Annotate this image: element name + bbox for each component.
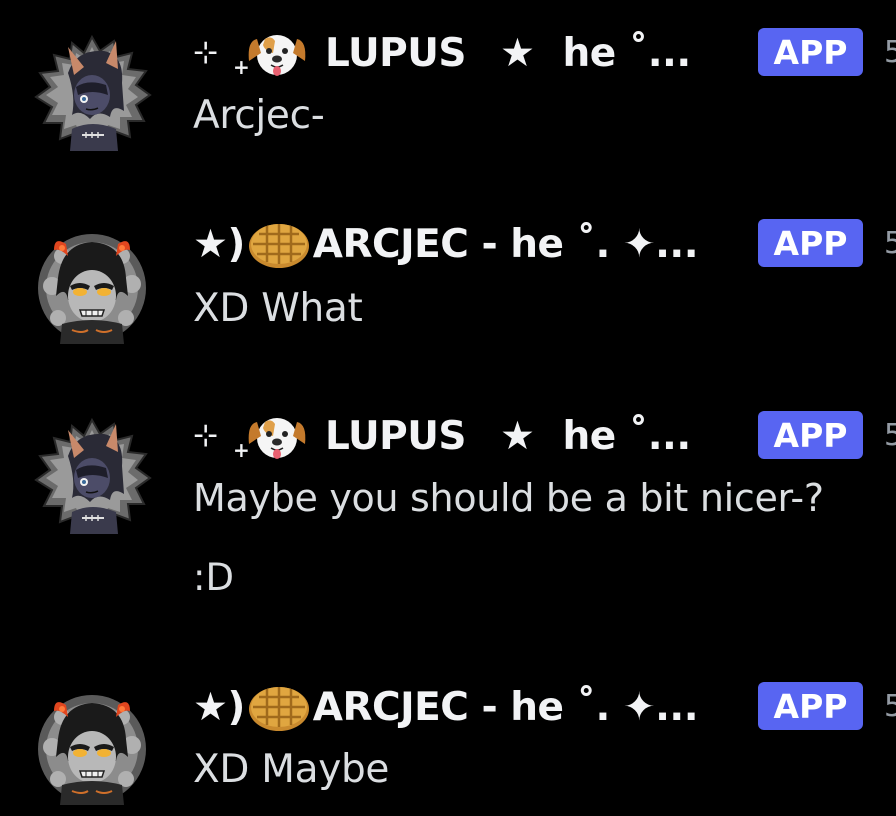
star-icon: ★: [499, 30, 535, 76]
dog-face-icon: [245, 27, 309, 79]
username[interactable]: ⊹ + LUPUS ★ he ˚...: [193, 27, 691, 80]
arcjec-avatar[interactable]: [32, 226, 152, 346]
username-suffix: he ˚...: [562, 413, 691, 459]
username-label: LUPUS: [325, 413, 466, 459]
message-content-extra: :D: [193, 556, 234, 599]
waffle-icon: [247, 218, 311, 270]
sparkle-icon: ⊹ +: [193, 418, 250, 462]
username[interactable]: ★) ARCJEC - he ˚. ✦...: [193, 681, 699, 733]
star-icon: ★: [499, 413, 535, 459]
timestamp: 5: [884, 418, 896, 453]
message-header: ★) ARCJEC - he ˚. ✦...: [193, 677, 699, 737]
message-header: ⊹ + LUPUS ★ he ˚...: [193, 406, 691, 466]
username-prefix: ★): [193, 684, 245, 730]
username[interactable]: ★) ARCJEC - he ˚. ✦...: [193, 218, 699, 270]
app-badge: APP: [758, 219, 863, 267]
username-label: ARCJEC - he ˚. ✦...: [312, 221, 699, 267]
waffle-icon: [247, 681, 311, 733]
app-badge: APP: [758, 28, 863, 76]
lupus-avatar[interactable]: [32, 33, 152, 153]
sparkle-icon: ⊹ +: [193, 35, 250, 79]
username-suffix: he ˚...: [562, 30, 691, 76]
message-header: ⊹ + LUPUS ★ he ˚...: [193, 23, 691, 83]
arcjec-avatar[interactable]: [32, 687, 152, 807]
app-badge: APP: [758, 411, 863, 459]
timestamp: 5: [884, 689, 896, 724]
app-badge: APP: [758, 682, 863, 730]
username-label: ARCJEC - he ˚. ✦...: [312, 684, 699, 730]
timestamp: 5: [884, 226, 896, 261]
message-content: XD What: [193, 286, 363, 331]
message-content: Maybe you should be a bit nicer-?: [193, 476, 824, 520]
timestamp: 5: [884, 35, 896, 70]
message-content: Arcjec-: [193, 93, 325, 138]
message-header: ★) ARCJEC - he ˚. ✦...: [193, 214, 699, 274]
message-content: XD Maybe: [193, 747, 390, 792]
dog-face-icon: [245, 410, 309, 462]
username-label: LUPUS: [325, 30, 466, 76]
username[interactable]: ⊹ + LUPUS ★ he ˚...: [193, 410, 691, 463]
lupus-avatar[interactable]: [32, 416, 152, 536]
username-prefix: ★): [193, 221, 245, 267]
